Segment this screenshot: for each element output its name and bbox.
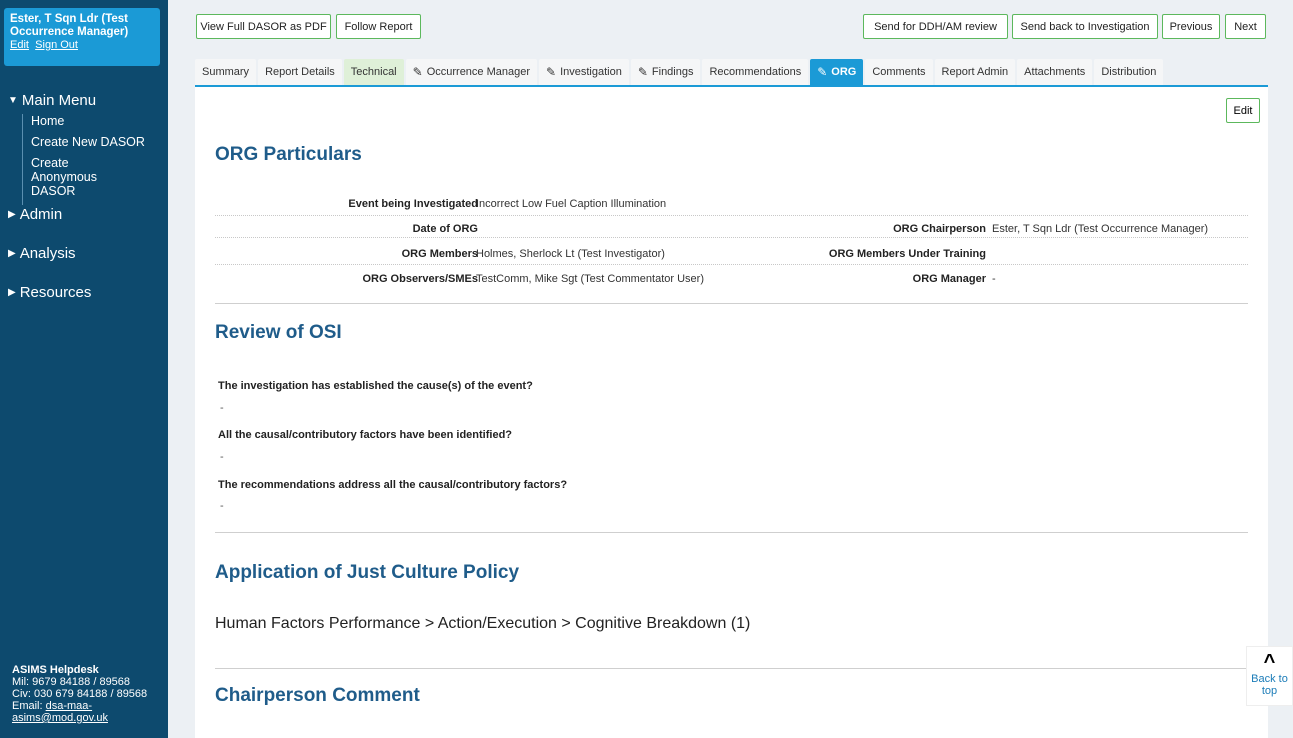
send-ddh-review-button[interactable]: Send for DDH/AM review (863, 14, 1008, 39)
tab-investigation[interactable]: ✎ Investigation (539, 59, 629, 85)
view-pdf-button[interactable]: View Full DASOR as PDF (196, 14, 331, 39)
event-value: Incorrect Low Fuel Caption Illumination (476, 198, 667, 210)
edit-icon: ✎ (817, 65, 828, 79)
field-row-event: Event being Investigated Incorrect Low F… (215, 194, 1248, 216)
menu-item-create-anonymous-dasor[interactable]: Create Anonymous DASOR (31, 156, 127, 198)
edit-icon: ✎ (546, 65, 557, 79)
edit-icon: ✎ (637, 65, 648, 79)
helpdesk-mil: Mil: 9679 84188 / 89568 (12, 676, 131, 688)
send-back-investigation-button[interactable]: Send back to Investigation (1012, 14, 1158, 39)
divider (215, 532, 1248, 533)
edit-profile-link[interactable]: Edit (10, 39, 29, 51)
field-row-date-chair: Date of ORG ORG Chairperson Ester, T Sqn… (215, 216, 1248, 238)
field-row-members: ORG Members Holmes, Sherlock Lt (Test In… (215, 243, 1248, 265)
tab-technical[interactable]: Technical (343, 59, 404, 85)
observers-value: TestComm, Mike Sgt (Test Commentator Use… (476, 273, 704, 285)
review-answer-1: - (220, 402, 224, 414)
chair-value: Ester, T Sqn Ldr (Test Occurrence Manage… (992, 223, 1209, 235)
divider (215, 668, 1248, 669)
just-culture-path: Human Factors Performance > Action/Execu… (215, 615, 751, 632)
triangle-right-icon: ▶ (8, 287, 16, 298)
triangle-down-icon: ▼ (8, 95, 18, 106)
tab-comments[interactable]: Comments (865, 59, 933, 85)
tab-occurrence-manager[interactable]: ✎ Occurrence Manager (405, 59, 538, 85)
menu-resources[interactable]: ▶ Resources (8, 284, 91, 301)
content-panel (195, 87, 1268, 738)
chairperson-comment-heading: Chairperson Comment (215, 685, 420, 706)
user-box: Ester, T Sqn Ldr (Test Occurrence Manage… (4, 8, 160, 66)
helpdesk-info: ASIMS Helpdesk Mil: 9679 84188 / 89568 C… (12, 664, 152, 724)
tab-bar: Summary Report Details Technical ✎ Occurr… (195, 59, 1165, 86)
helpdesk-title: ASIMS Helpdesk (12, 664, 99, 676)
previous-button[interactable]: Previous (1162, 14, 1220, 39)
sign-out-link[interactable]: Sign Out (35, 39, 78, 51)
date-label: Date of ORG (412, 223, 478, 235)
chevron-up-icon: ^ (1263, 651, 1276, 673)
observers-label: ORG Observers/SMEs (362, 273, 478, 285)
back-to-top-label: Back to top (1251, 673, 1288, 697)
event-label: Event being Investigated (348, 198, 478, 210)
review-osi-heading: Review of OSI (215, 322, 342, 343)
manager-value: - (992, 273, 996, 285)
chair-label: ORG Chairperson (893, 223, 986, 235)
tab-recommendations[interactable]: Recommendations (702, 59, 809, 85)
review-question-3: The recommendations address all the caus… (218, 479, 568, 491)
tab-summary[interactable]: Summary (195, 59, 257, 85)
back-to-top-button[interactable]: ^ Back to top (1246, 646, 1293, 706)
menu-analysis[interactable]: ▶ Analysis (8, 245, 76, 262)
menu-main[interactable]: ▼ Main Menu (8, 92, 96, 109)
menu-item-create-new-dasor[interactable]: Create New DASOR (31, 135, 162, 149)
sidebar: Ester, T Sqn Ldr (Test Occurrence Manage… (0, 0, 168, 738)
review-answer-3: - (220, 500, 224, 512)
tab-org[interactable]: ✎ ORG (810, 59, 864, 85)
tab-report-details[interactable]: Report Details (258, 59, 342, 85)
tab-attachments[interactable]: Attachments (1017, 59, 1093, 85)
just-culture-heading: Application of Just Culture Policy (215, 562, 520, 583)
helpdesk-email-label: Email: (12, 700, 46, 712)
tab-distribution[interactable]: Distribution (1094, 59, 1164, 85)
main-menu-items: Home Create New DASOR Create Anonymous D… (22, 114, 162, 205)
review-question-2: All the causal/contributory factors have… (218, 429, 513, 441)
manager-label: ORG Manager (912, 273, 986, 285)
divider (215, 303, 1248, 304)
edit-button[interactable]: Edit (1226, 98, 1260, 123)
members-value: Holmes, Sherlock Lt (Test Investigator) (476, 248, 665, 260)
follow-report-button[interactable]: Follow Report (336, 14, 421, 39)
user-name: Ester, T Sqn Ldr (Test Occurrence Manage… (10, 13, 129, 38)
triangle-right-icon: ▶ (8, 209, 16, 220)
tab-report-admin[interactable]: Report Admin (934, 59, 1016, 85)
helpdesk-civ: Civ: 030 679 84188 / 89568 (12, 688, 148, 700)
review-answer-2: - (220, 451, 224, 463)
training-label: ORG Members Under Training (828, 248, 986, 260)
triangle-right-icon: ▶ (8, 248, 16, 259)
field-row-observers: ORG Observers/SMEs TestComm, Mike Sgt (T… (215, 268, 1248, 290)
members-label: ORG Members (401, 248, 478, 260)
org-particulars-heading: ORG Particulars (215, 144, 362, 165)
menu-admin[interactable]: ▶ Admin (8, 206, 62, 223)
next-button[interactable]: Next (1225, 14, 1266, 39)
menu-item-home[interactable]: Home (31, 114, 162, 128)
edit-icon: ✎ (412, 65, 423, 79)
tab-findings[interactable]: ✎ Findings (630, 59, 701, 85)
review-question-1: The investigation has established the ca… (218, 380, 533, 392)
